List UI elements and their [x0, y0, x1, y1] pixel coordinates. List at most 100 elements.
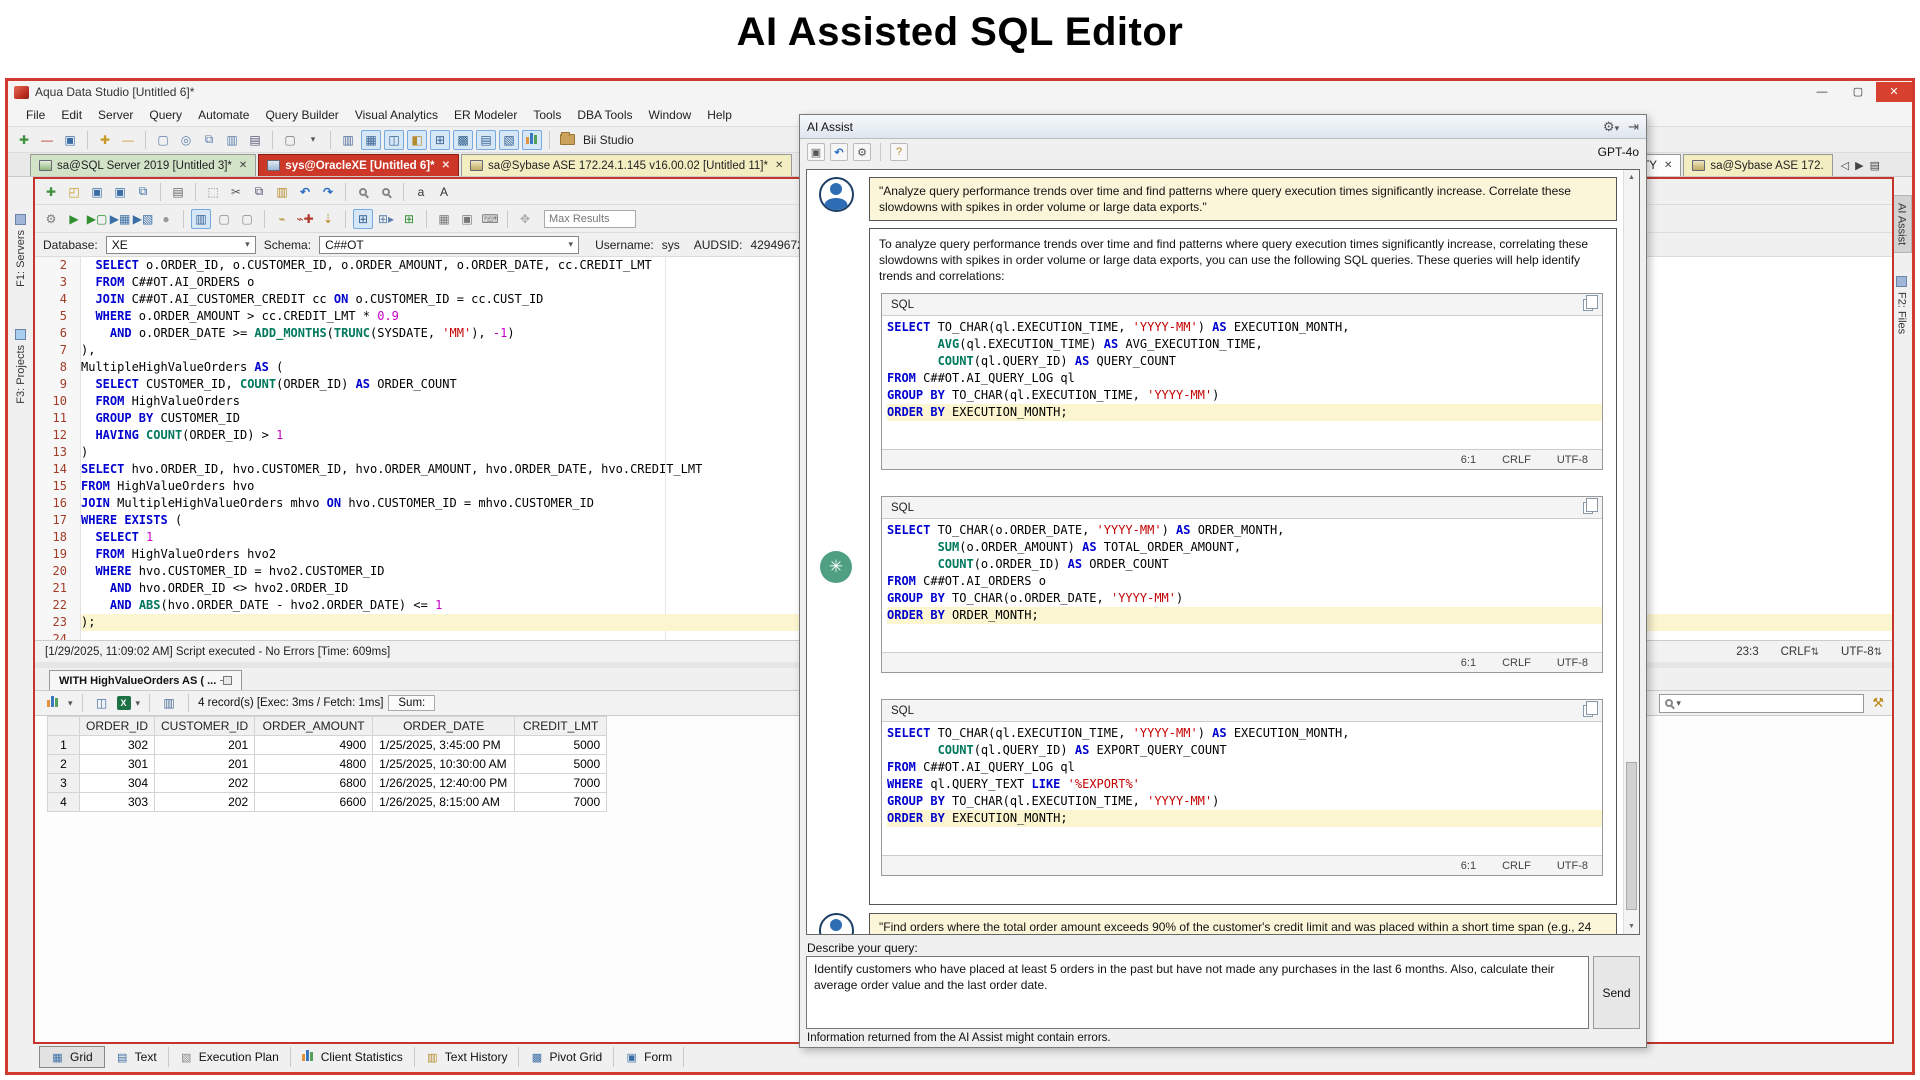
- query-db-doc-icon[interactable]: ▥: [222, 130, 242, 150]
- increase-font-icon[interactable]: A: [434, 182, 454, 202]
- excel-export-icon[interactable]: X: [117, 696, 131, 710]
- database-select[interactable]: XE ▾: [106, 236, 256, 254]
- minimize-button[interactable]: —: [1804, 82, 1840, 102]
- tab-list-icon[interactable]: ▤: [1870, 159, 1880, 172]
- view-split-icon[interactable]: ◫: [384, 130, 404, 150]
- results-pin-icon[interactable]: ⊞▸: [376, 209, 396, 229]
- decrease-font-icon[interactable]: a: [411, 182, 431, 202]
- menu-item[interactable]: Tools: [525, 105, 569, 125]
- table-row[interactable]: 130220149001/25/2025, 3:45:00 PM5000: [48, 736, 607, 755]
- execute-explain-icon[interactable]: ▶▧: [133, 209, 153, 229]
- cut-icon[interactable]: ✂: [226, 182, 246, 202]
- print-icon[interactable]: ▤: [168, 182, 188, 202]
- find-icon[interactable]: [353, 182, 373, 202]
- execute-settings-icon[interactable]: ⚙: [41, 209, 61, 229]
- execute-script-icon[interactable]: ▶▢: [87, 209, 107, 229]
- scroll-down-icon[interactable]: ▼: [1624, 919, 1639, 934]
- open-file-icon[interactable]: ◰: [64, 182, 84, 202]
- send-button[interactable]: Send: [1593, 956, 1640, 1029]
- execute-edit-icon[interactable]: ▶▦: [110, 209, 130, 229]
- copy-icon[interactable]: ⧉: [249, 182, 269, 202]
- menu-item[interactable]: Visual Analytics: [347, 105, 446, 125]
- new-file-icon[interactable]: ✚: [41, 182, 61, 202]
- unregister-server-icon[interactable]: —: [37, 130, 57, 150]
- view-pane-icon[interactable]: ◧: [407, 130, 427, 150]
- select-icon[interactable]: ⬚: [203, 182, 223, 202]
- chat-scrollbar[interactable]: ▲ ▼: [1623, 170, 1639, 934]
- doc-check-icon[interactable]: ▢: [237, 209, 257, 229]
- register-server-icon[interactable]: ✚: [14, 130, 34, 150]
- move-icon[interactable]: ✥: [515, 209, 535, 229]
- disconnect-icon[interactable]: —: [118, 130, 138, 150]
- query-window-icon[interactable]: ▢: [153, 130, 173, 150]
- view-relations-icon[interactable]: ▧: [499, 130, 519, 150]
- script-results-icon[interactable]: ▥: [159, 693, 179, 713]
- scrollbar-thumb[interactable]: [1626, 762, 1637, 910]
- sidebar-tab-servers[interactable]: F1: Servers: [8, 207, 33, 294]
- find-replace-icon[interactable]: [376, 182, 396, 202]
- date-format-icon[interactable]: ▣: [457, 209, 477, 229]
- menu-item[interactable]: Server: [90, 105, 141, 125]
- menu-item[interactable]: Query: [141, 105, 190, 125]
- sql-code-editor[interactable]: SELECT TO_CHAR(ql.EXECUTION_TIME, 'YYYY-…: [882, 316, 1602, 449]
- column-header[interactable]: ORDER_DATE: [373, 717, 515, 736]
- maximize-button[interactable]: ▢: [1840, 82, 1876, 102]
- sum-button[interactable]: Sum:: [388, 695, 435, 711]
- tab-form[interactable]: ▣ Form: [614, 1047, 684, 1067]
- close-button[interactable]: ✕: [1876, 82, 1912, 102]
- ai-regenerate-icon[interactable]: ↶: [830, 143, 848, 161]
- insert-statement-icon[interactable]: ⌨: [480, 209, 500, 229]
- paste-icon[interactable]: ▥: [272, 182, 292, 202]
- query-find-icon[interactable]: ◎: [176, 130, 196, 150]
- ai-console-icon[interactable]: ▣: [807, 143, 825, 161]
- sidebar-tab-projects[interactable]: F3: Projects: [8, 322, 33, 411]
- copy-icon[interactable]: [1583, 705, 1593, 717]
- tab-text-history[interactable]: ▥ Text History: [415, 1047, 520, 1067]
- table-row[interactable]: 230120148001/25/2025, 10:30:00 AM5000: [48, 755, 607, 774]
- results-grid[interactable]: ORDER_ID CUSTOMER_ID ORDER_AMOUNT ORDER_…: [47, 716, 607, 812]
- column-header[interactable]: ORDER_AMOUNT: [255, 717, 373, 736]
- row-count-icon[interactable]: ▦: [434, 209, 454, 229]
- results-search-input[interactable]: ▾: [1659, 694, 1864, 713]
- tab-client-statistics[interactable]: Client Statistics: [291, 1047, 415, 1067]
- menu-item[interactable]: DBA Tools: [569, 105, 640, 125]
- reconnect-icon[interactable]: ⌁✚: [295, 209, 315, 229]
- tab-scroll-right-icon[interactable]: ▶: [1855, 159, 1863, 172]
- sidebar-tab-ai-assist[interactable]: AI Assist: [1891, 195, 1912, 253]
- column-header[interactable]: CUSTOMER_ID: [155, 717, 255, 736]
- tab-scroll-left-icon[interactable]: ◁: [1841, 159, 1849, 172]
- result-set-tab[interactable]: WITH HighValueOrders AS ( ...: [49, 670, 242, 690]
- studio-label[interactable]: Bii Studio: [583, 133, 634, 147]
- view-chart-icon[interactable]: [522, 130, 542, 150]
- tab-sybase-2[interactable]: sa@Sybase ASE 172.: [1683, 154, 1832, 176]
- chart-icon[interactable]: [43, 693, 63, 713]
- undo-icon[interactable]: ↶: [295, 182, 315, 202]
- results-grid-icon[interactable]: ⊞: [353, 209, 373, 229]
- ai-settings-icon[interactable]: ⚙▾: [1603, 119, 1619, 135]
- sql-code-editor[interactable]: SELECT TO_CHAR(o.ORDER_DATE, 'YYYY-MM') …: [882, 519, 1602, 652]
- ai-gear-icon[interactable]: ⚙: [853, 143, 871, 161]
- tab-sybase[interactable]: sa@Sybase ASE 172.24.1.145 v16.00.02 [Un…: [461, 154, 792, 176]
- view-edit-icon[interactable]: ▩: [453, 130, 473, 150]
- menu-item[interactable]: Query Builder: [257, 105, 346, 125]
- doc-info-icon[interactable]: ▢: [214, 209, 234, 229]
- encoding-selector[interactable]: UTF-8⇅: [1841, 646, 1882, 658]
- ai-help-doc-icon[interactable]: ?: [890, 143, 908, 161]
- view-table-icon[interactable]: ⊞: [430, 130, 450, 150]
- dock-panel-icon[interactable]: ⇥: [1628, 119, 1639, 135]
- server-group-icon[interactable]: ▣: [60, 130, 80, 150]
- tab-close-icon[interactable]: ✕: [1664, 160, 1672, 171]
- tab-oraclexe-active[interactable]: sys@OracleXE [Untitled 6]* ✕: [258, 154, 459, 176]
- save-as-icon[interactable]: ▣: [110, 182, 130, 202]
- redo-icon[interactable]: ↷: [318, 182, 338, 202]
- pin-icon[interactable]: [223, 676, 232, 685]
- column-header[interactable]: CREDIT_LMT: [515, 717, 607, 736]
- tab-close-icon[interactable]: ✕: [442, 160, 450, 171]
- new-document-icon[interactable]: ▢: [280, 130, 300, 150]
- query-input[interactable]: Identify customers who have placed at le…: [806, 956, 1589, 1029]
- tab-execution-plan[interactable]: ▧ Execution Plan: [169, 1047, 291, 1067]
- tab-pivot-grid[interactable]: ▩ Pivot Grid: [519, 1047, 614, 1067]
- menu-item[interactable]: Window: [641, 105, 700, 125]
- copy-icon[interactable]: [1583, 502, 1593, 514]
- excel-caret-icon[interactable]: ▾: [136, 698, 141, 709]
